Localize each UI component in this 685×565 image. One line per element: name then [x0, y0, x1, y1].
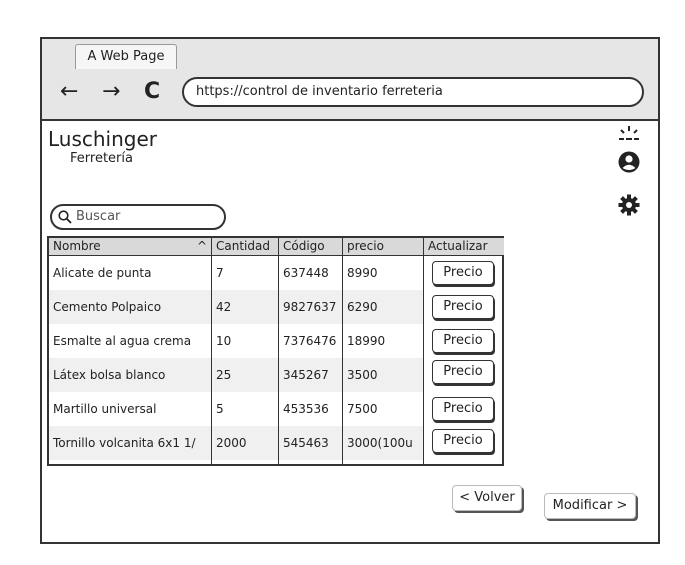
precio-button[interactable]: Precio: [432, 429, 494, 453]
brand-title: Luschinger: [48, 127, 158, 151]
precio-button[interactable]: Precio: [432, 397, 494, 421]
cell-nombre: Martillo universal: [53, 402, 157, 416]
cell-codigo: 7376476: [283, 334, 337, 348]
cell-nombre: Esmalte al agua crema: [53, 334, 192, 348]
browser-chrome: A Web Page ← → C https://control de inve…: [42, 39, 658, 121]
table-row: Alicate de punta 7 637448 8990: [49, 256, 423, 290]
sort-icon[interactable]: ^: [197, 238, 207, 255]
forward-icon[interactable]: →: [102, 79, 120, 105]
precio-button[interactable]: Precio: [432, 360, 494, 384]
cell-codigo: 345267: [283, 368, 329, 382]
precio-button[interactable]: Precio: [432, 261, 494, 285]
inventory-table: Nombre ^ Cantidad Código precio Actualiz…: [47, 236, 504, 466]
brand-subtitle: Ferretería: [70, 151, 133, 166]
cell-cantidad: 42: [216, 300, 232, 314]
cell-nombre: Tornillo volcanita 6x1 1/: [53, 436, 196, 450]
column-divider: [278, 238, 279, 464]
column-header-codigo[interactable]: Código: [279, 238, 343, 255]
cell-precio: 6290: [347, 300, 378, 314]
cell-cantidad: 10: [216, 334, 232, 348]
user-icon[interactable]: [618, 151, 640, 173]
precio-button[interactable]: Precio: [432, 295, 494, 319]
gear-icon[interactable]: [618, 194, 640, 216]
column-header-precio[interactable]: precio: [343, 238, 424, 255]
url-bar[interactable]: https://control de inventario ferreteria: [182, 77, 644, 107]
column-divider: [423, 238, 424, 464]
table-row: Esmalte al agua crema 10 7376476 18990: [49, 324, 423, 358]
column-header-nombre[interactable]: Nombre ^: [49, 238, 212, 255]
browser-window: A Web Page ← → C https://control de inve…: [40, 37, 660, 544]
cell-precio: 3000(100u: [347, 436, 413, 450]
cell-precio: 18990: [347, 334, 386, 348]
table-row: Tornillo volcanita 6x1 1/ 2000 545463 30…: [49, 426, 423, 460]
cell-nombre: Látex bolsa blanco: [53, 368, 166, 382]
reload-icon[interactable]: C: [144, 79, 160, 105]
cell-codigo: 9827637: [283, 300, 337, 314]
column-divider: [211, 238, 212, 464]
cell-precio: 7500: [347, 402, 378, 416]
modificar-button[interactable]: Modificar >: [544, 493, 636, 519]
column-header-actualizar[interactable]: Actualizar: [424, 238, 504, 255]
cell-precio: 3500: [347, 368, 378, 382]
table-row: Cemento Polpaico 42 9827637 6290: [49, 290, 423, 324]
cell-cantidad: 25: [216, 368, 232, 382]
search-placeholder: Buscar: [76, 209, 121, 224]
cell-cantidad: 7: [216, 266, 224, 280]
search-icon: [58, 210, 72, 224]
table-row: Látex bolsa blanco 25 345267 3500: [49, 358, 423, 392]
column-divider: [342, 238, 343, 464]
notification-icon[interactable]: [618, 125, 640, 147]
precio-button[interactable]: Precio: [432, 329, 494, 353]
table-header: Nombre ^ Cantidad Código precio Actualiz…: [49, 238, 504, 256]
cell-nombre: Alicate de punta: [53, 266, 152, 280]
volver-button[interactable]: < Volver: [452, 485, 522, 511]
cell-nombre: Cemento Polpaico: [53, 300, 162, 314]
back-icon[interactable]: ←: [60, 79, 78, 105]
cell-codigo: 545463: [283, 436, 329, 450]
search-input[interactable]: Buscar: [50, 204, 226, 230]
cell-codigo: 453536: [283, 402, 329, 416]
cell-precio: 8990: [347, 266, 378, 280]
table-row: Martillo universal 5 453536 7500: [49, 392, 423, 426]
browser-tab[interactable]: A Web Page: [75, 44, 177, 69]
cell-codigo: 637448: [283, 266, 329, 280]
cell-cantidad: 2000: [216, 436, 247, 450]
column-header-cantidad[interactable]: Cantidad: [212, 238, 279, 255]
cell-cantidad: 5: [216, 402, 224, 416]
